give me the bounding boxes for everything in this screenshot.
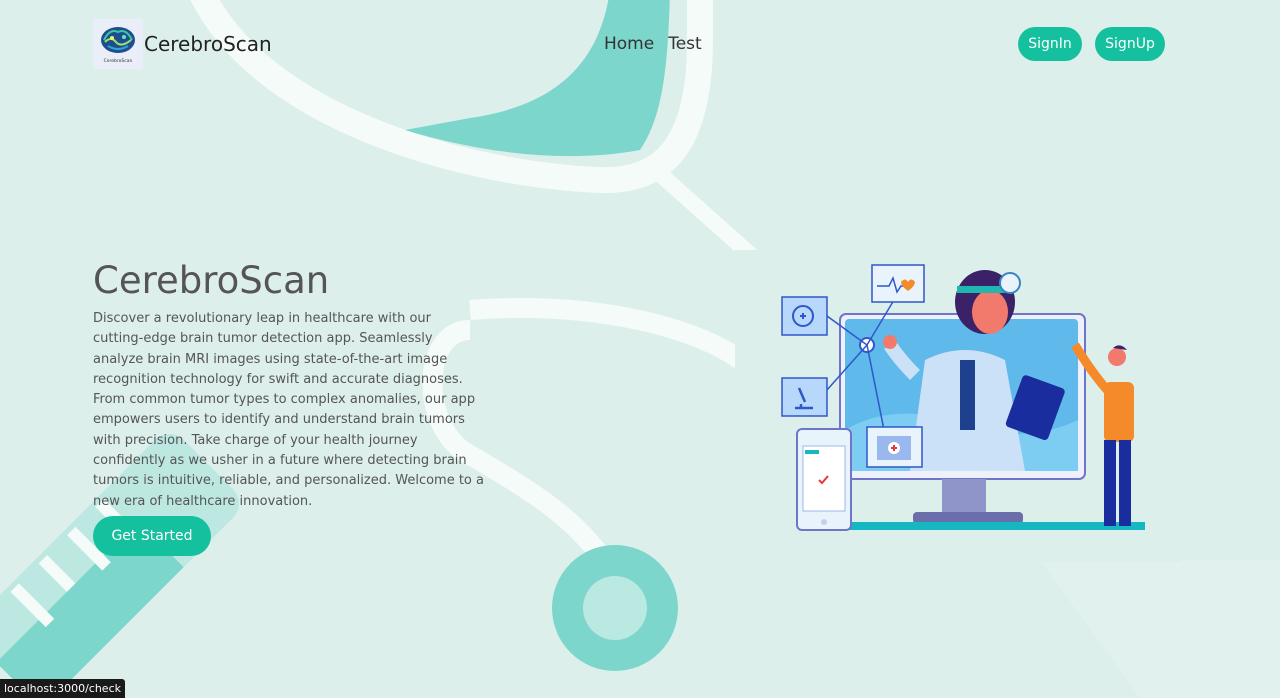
hero-title: CerebroScan	[93, 259, 330, 302]
get-started-button[interactable]: Get Started	[93, 516, 211, 556]
nav-link-home[interactable]: Home	[604, 34, 654, 54]
telemedicine-doctor-illustration	[781, 264, 1145, 531]
brand-link[interactable]: CerebroScan CerebroScan	[93, 18, 272, 70]
signup-button[interactable]: SignUp	[1095, 27, 1165, 61]
top-navbar: CerebroScan CerebroScan Home Test SignIn…	[0, 0, 1280, 88]
hero-illustration	[735, 250, 1181, 562]
heartbeat-icon	[871, 264, 925, 303]
nav-links: Home Test	[604, 34, 702, 54]
brand-logo: CerebroScan	[93, 19, 143, 69]
auth-buttons: SignIn SignUp	[1018, 27, 1165, 61]
stethoscope-icon	[781, 296, 828, 336]
microscope-icon	[781, 377, 828, 417]
hero-description: Discover a revolutionary leap in healthc…	[93, 311, 484, 509]
calendar-phone-icon	[796, 428, 852, 531]
nav-link-test[interactable]: Test	[668, 34, 701, 54]
folder-medical-icon	[866, 426, 923, 468]
brand-name: CerebroScan	[144, 32, 272, 56]
brain-logo-icon: CerebroScan	[101, 27, 135, 64]
logo-caption: CerebroScan	[104, 58, 133, 64]
signin-button[interactable]: SignIn	[1018, 27, 1082, 61]
status-bar-url: localhost:3000/check	[0, 679, 125, 698]
